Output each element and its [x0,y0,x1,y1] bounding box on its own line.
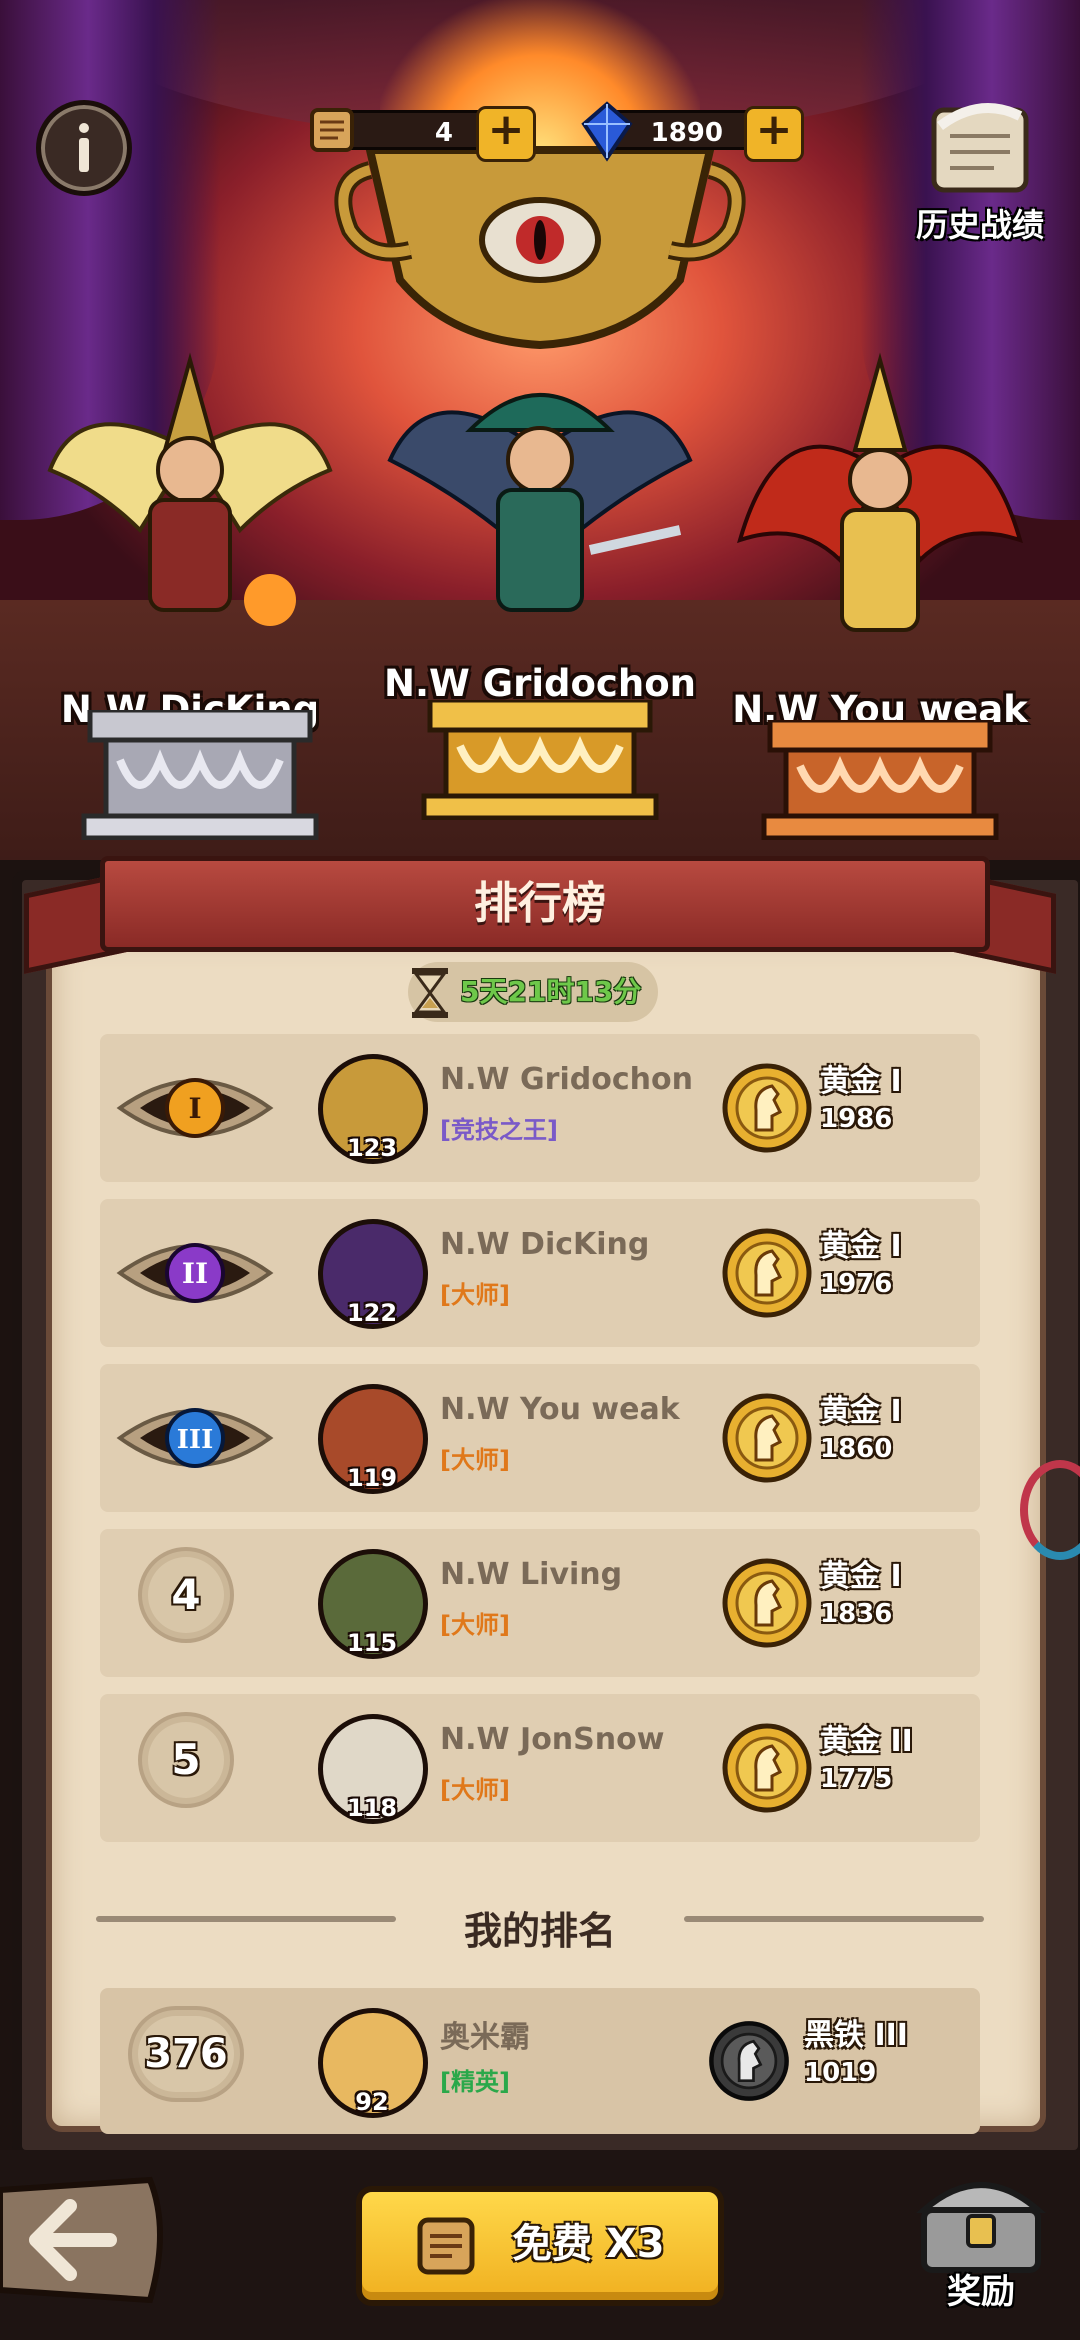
blue-crystal-icon [581,101,633,162]
rank-number: 5 [148,1722,224,1798]
gold-tier-medal-icon [722,1063,812,1153]
podium-second[interactable]: N.W DicKing [40,330,340,731]
my-rank-number: 376 [138,2016,234,2092]
add-crystals-button[interactable]: + [744,106,804,162]
player-level: 92 [355,2088,389,2116]
podium-first-name: N.W Gridochon [384,662,696,705]
player-level: 123 [346,1134,398,1162]
tier-score: 1019 [804,2058,877,2088]
my-rank-divider-left [96,1916,396,1922]
gold-tier-medal-icon [722,1228,812,1318]
scroll-ticket-counter: 4 + [300,100,536,162]
player-name: 奥米霸 [440,2020,530,2055]
gold-tier-medal-icon [722,1558,812,1648]
player-name: N.W DicKing [440,1227,650,1262]
free-challenge-button[interactable]: 免费 X3 [356,2186,724,2306]
silver-pedestal [81,710,319,840]
rank-2-eye-badge: II [116,1243,274,1303]
player-title: [大师] [440,1611,510,1639]
rank-1-eye-badge: I [116,1078,274,1138]
scroll-ticket-icon [310,108,354,152]
add-scroll-tickets-button[interactable]: + [476,106,536,162]
tier-score: 1986 [820,1104,893,1134]
player-title: [大师] [440,1776,510,1804]
rank-2-label: II [182,1257,208,1290]
crystal-counter: 1890 + [576,100,804,162]
info-icon [79,123,89,172]
player-level: 119 [346,1464,398,1492]
player-level: 118 [346,1794,398,1822]
leaderboard-row[interactable]: II 122 N.W DicKing [大师] 黄金 I 1976 [100,1199,980,1347]
player-name: N.W Living [440,1557,623,1592]
rank-3-label: III [177,1425,214,1455]
player-name: N.W You weak [440,1392,680,1427]
reward-button[interactable]: 奖励 [906,2160,1056,2340]
hourglass-icon [412,968,448,1018]
player-name: N.W JonSnow [440,1722,665,1757]
season-timer-text: 5天21时13分 [460,975,642,1008]
podium-third[interactable]: N.W You weak [730,340,1030,731]
reward-label: 奖励 [947,2272,1015,2312]
player-level: 122 [346,1299,398,1327]
treasure-chest-icon [916,2182,1046,2273]
leaderboard-row[interactable]: 4 115 N.W Living [大师] 黄金 I 1836 [100,1529,980,1677]
leaderboard-row[interactable]: I 123 N.W Gridochon [竞技之王] 黄金 I 1986 [100,1034,980,1182]
tier-name: 黑铁 III [804,2018,908,2053]
tier-score: 1860 [820,1434,893,1464]
player-title: [竞技之王] [440,1116,558,1144]
player-title: [精英] [440,2068,510,2096]
player-level: 115 [346,1629,398,1657]
tier-score: 1775 [820,1764,893,1794]
hero-figure-winged-knight [47,352,333,626]
podium-first[interactable]: N.W Gridochon [380,350,700,705]
back-button[interactable] [0,2170,180,2310]
history-scroll-icon [931,103,1029,193]
info-button[interactable] [36,100,132,196]
player-title: [大师] [440,1281,510,1309]
tier-score: 1976 [820,1269,893,1299]
tier-name: 黄金 I [820,1064,902,1099]
leaderboard-row[interactable]: 5 118 N.W JonSnow [大师] 黄金 II 1775 [100,1694,980,1842]
my-rank-row[interactable]: 376 92 奥米霸 [精英] 黑铁 III 1019 [100,1988,980,2134]
gold-pedestal [421,700,659,820]
gold-tier-medal-icon [722,1723,812,1813]
trophy-icon [334,146,746,350]
hero-figure-demon-knight [737,352,1023,632]
iron-tier-medal-icon [709,2021,789,2101]
my-rank-divider-right [684,1916,984,1922]
rank-3-eye-badge: III [116,1408,274,1468]
tier-name: 黄金 I [820,1229,902,1264]
player-name: N.W Gridochon [440,1062,693,1097]
season-timer: 5天21时13分 [408,962,658,1022]
tier-name: 黄金 I [820,1394,902,1429]
tier-score: 1836 [820,1599,893,1629]
leaderboard-title: 排行榜 [474,878,606,929]
my-rank-heading: 我的排名 [463,1909,616,1953]
free-challenge-label: 免费 X3 [512,2221,665,2267]
tier-name: 黄金 I [820,1559,902,1594]
leaderboard-row[interactable]: III 119 N.W You weak [大师] 黄金 I 1860 [100,1364,980,1512]
player-title: [大师] [440,1446,510,1474]
scroll-ticket-icon [417,2217,475,2275]
tier-name: 黄金 II [820,1724,913,1759]
history-record-label: 历史战绩 [915,206,1044,244]
rank-number: 4 [148,1557,224,1633]
hero-figure-pirate [387,393,693,612]
gold-tier-medal-icon [722,1393,812,1483]
bronze-pedestal [761,720,999,840]
rank-1-label: I [188,1092,201,1125]
history-record-button[interactable]: 历史战绩 [900,96,1060,246]
